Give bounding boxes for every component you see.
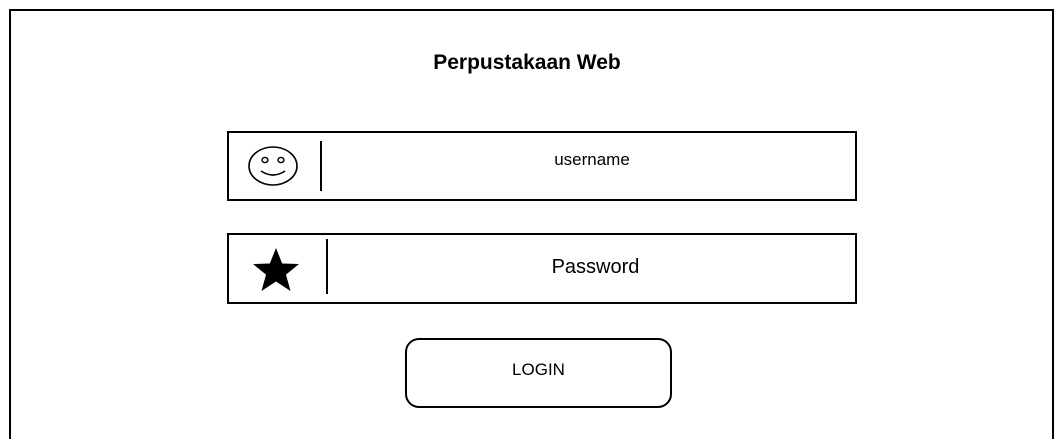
username-field[interactable]: username — [227, 131, 857, 201]
username-divider — [320, 141, 322, 191]
username-input[interactable]: username — [329, 149, 855, 171]
page-title: Perpustakaan Web — [433, 51, 621, 74]
password-input[interactable]: Password — [336, 254, 855, 280]
password-divider — [326, 239, 328, 294]
smiley-face-icon — [245, 133, 301, 199]
star-icon — [247, 235, 305, 302]
login-button[interactable]: LOGIN — [405, 338, 672, 408]
password-field[interactable]: Password — [227, 233, 857, 304]
